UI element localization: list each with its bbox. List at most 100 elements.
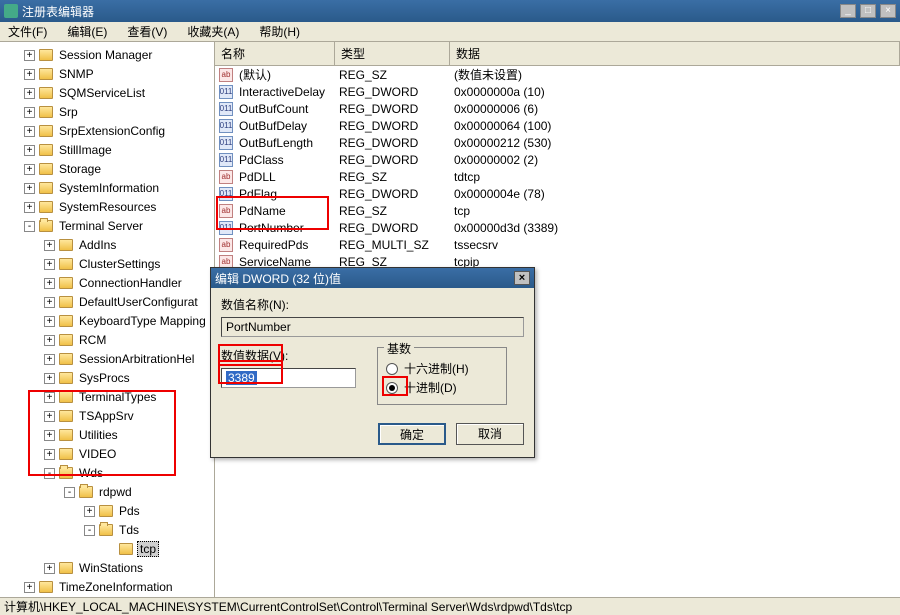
tree-expander[interactable]: + — [44, 373, 55, 384]
tree-expander[interactable]: + — [44, 316, 55, 327]
value-row[interactable]: 011 PortNumber REG_DWORD 0x00000d3d (338… — [215, 219, 900, 236]
tree-item[interactable]: + Storage — [2, 161, 105, 177]
tree-expander[interactable]: - — [64, 487, 75, 498]
tree-item[interactable]: + SQMServiceList — [2, 85, 149, 101]
tree-item[interactable]: - Wds — [2, 465, 107, 481]
tree-expander[interactable]: - — [84, 525, 95, 536]
tree-expander[interactable]: + — [24, 183, 35, 194]
tree-expander[interactable]: + — [44, 240, 55, 251]
radio-hex-label: 十六进制(H) — [404, 360, 469, 377]
tree-item[interactable]: + ClusterSettings — [2, 256, 164, 272]
tree-label: DefaultUserConfigurat — [77, 295, 200, 309]
value-row[interactable]: 011 InteractiveDelay REG_DWORD 0x0000000… — [215, 83, 900, 100]
tree-item[interactable]: + RCM — [2, 332, 110, 348]
tree-expander[interactable]: + — [44, 430, 55, 441]
tree-item[interactable]: - Tds — [2, 522, 143, 538]
tree-item[interactable]: + KeyboardType Mapping — [2, 313, 210, 329]
tree-label: SQMServiceList — [57, 86, 147, 100]
maximize-button[interactable]: □ — [860, 4, 876, 18]
tree-item[interactable]: + DefaultUserConfigurat — [2, 294, 202, 310]
value-row[interactable]: ab RequiredPds REG_MULTI_SZ tssecsrv — [215, 236, 900, 253]
tree-expander[interactable]: + — [24, 69, 35, 80]
value-row[interactable]: ab PdName REG_SZ tcp — [215, 202, 900, 219]
menu-help[interactable]: 帮助(H) — [255, 21, 304, 42]
tree-expander[interactable]: - — [24, 221, 35, 232]
tree-item[interactable]: + SystemResources — [2, 199, 160, 215]
folder-icon — [39, 49, 53, 61]
tree-expander[interactable]: + — [24, 126, 35, 137]
tree-expander[interactable]: + — [44, 392, 55, 403]
tree-item[interactable]: + StillImage — [2, 142, 116, 158]
close-button[interactable]: × — [880, 4, 896, 18]
value-row[interactable]: 011 OutBufDelay REG_DWORD 0x00000064 (10… — [215, 117, 900, 134]
menu-edit[interactable]: 编辑(E) — [63, 21, 111, 42]
folder-icon — [39, 144, 53, 156]
cancel-button[interactable]: 取消 — [456, 423, 524, 445]
tree-item[interactable]: + Pds — [2, 503, 144, 519]
value-row[interactable]: 011 PdClass REG_DWORD 0x00000002 (2) — [215, 151, 900, 168]
tree-expander[interactable]: + — [44, 563, 55, 574]
tree-expander[interactable]: + — [24, 88, 35, 99]
tree-item[interactable]: + TSAppSrv — [2, 408, 138, 424]
tree-label: ConnectionHandler — [77, 276, 184, 290]
menu-file[interactable]: 文件(F) — [4, 21, 51, 42]
tree-item[interactable]: + AddIns — [2, 237, 120, 253]
menu-view[interactable]: 查看(V) — [123, 21, 171, 42]
tree-item[interactable]: + SrpExtensionConfig — [2, 123, 169, 139]
tree-label: WinStations — [77, 561, 145, 575]
tree-expander[interactable]: + — [44, 278, 55, 289]
radio-dec[interactable]: 十进制(D) — [386, 379, 498, 396]
value-row[interactable]: ab (默认) REG_SZ (数值未设置) — [215, 66, 900, 83]
tree-item[interactable]: + SNMP — [2, 66, 98, 82]
tree-item[interactable]: + WinStations — [2, 560, 147, 576]
tree-expander[interactable]: + — [24, 202, 35, 213]
tree-item[interactable]: + SystemInformation — [2, 180, 163, 196]
tree-item[interactable]: + VIDEO — [2, 446, 120, 462]
tree-item[interactable]: tcp — [2, 541, 161, 557]
folder-icon — [59, 372, 73, 384]
value-data: 0x00000d3d (3389) — [448, 221, 900, 235]
value-row[interactable]: 011 PdFlag REG_DWORD 0x0000004e (78) — [215, 185, 900, 202]
tree-item[interactable]: + Srp — [2, 104, 82, 120]
tree-item[interactable]: + TimeZoneInformation — [2, 579, 177, 595]
tree-expander[interactable]: + — [24, 164, 35, 175]
tree-expander[interactable]: + — [24, 582, 35, 593]
tree-expander[interactable]: + — [44, 297, 55, 308]
tree-expander[interactable]: + — [84, 506, 95, 517]
tree-expander[interactable]: - — [44, 468, 55, 479]
tree-label: Session Manager — [57, 48, 154, 62]
value-data: tssecsrv — [448, 238, 900, 252]
menu-favorites[interactable]: 收藏夹(A) — [183, 21, 243, 42]
tree-expander[interactable]: + — [44, 259, 55, 270]
col-data[interactable]: 数据 — [450, 42, 900, 65]
tree-expander[interactable]: + — [24, 107, 35, 118]
tree-item[interactable]: + TerminalTypes — [2, 389, 160, 405]
tree-item[interactable]: + Session Manager — [2, 47, 156, 63]
tree-label: SysProcs — [77, 371, 132, 385]
tree-expander[interactable]: + — [24, 50, 35, 61]
radio-hex[interactable]: 十六进制(H) — [386, 360, 498, 377]
tree-expander[interactable]: + — [24, 145, 35, 156]
tree-expander[interactable]: + — [44, 335, 55, 346]
tree-expander[interactable]: + — [44, 354, 55, 365]
dialog-close-button[interactable]: × — [514, 271, 530, 285]
col-name[interactable]: 名称 — [215, 42, 335, 65]
tree-item[interactable]: - Terminal Server — [2, 218, 147, 234]
tree-item[interactable]: - rdpwd — [2, 484, 136, 500]
value-row[interactable]: 011 OutBufCount REG_DWORD 0x00000006 (6) — [215, 100, 900, 117]
value-row[interactable]: ab PdDLL REG_SZ tdtcp — [215, 168, 900, 185]
tree-item[interactable]: + SessionArbitrationHel — [2, 351, 198, 367]
registry-tree[interactable]: + Session Manager + SNMP + SQMServiceLis… — [0, 42, 215, 597]
value-row[interactable]: 011 OutBufLength REG_DWORD 0x00000212 (5… — [215, 134, 900, 151]
tree-item[interactable]: + Utilities — [2, 427, 122, 443]
tree-expander[interactable]: + — [44, 411, 55, 422]
tree-item[interactable]: + ConnectionHandler — [2, 275, 186, 291]
ok-button[interactable]: 确定 — [378, 423, 446, 445]
value-type: REG_DWORD — [333, 187, 448, 201]
tree-expander[interactable]: + — [44, 449, 55, 460]
minimize-button[interactable]: _ — [840, 4, 856, 18]
value-data-field[interactable]: 3389 — [221, 368, 356, 388]
col-type[interactable]: 类型 — [335, 42, 450, 65]
tree-item[interactable]: + SysProcs — [2, 370, 134, 386]
tree-label: Srp — [57, 105, 80, 119]
